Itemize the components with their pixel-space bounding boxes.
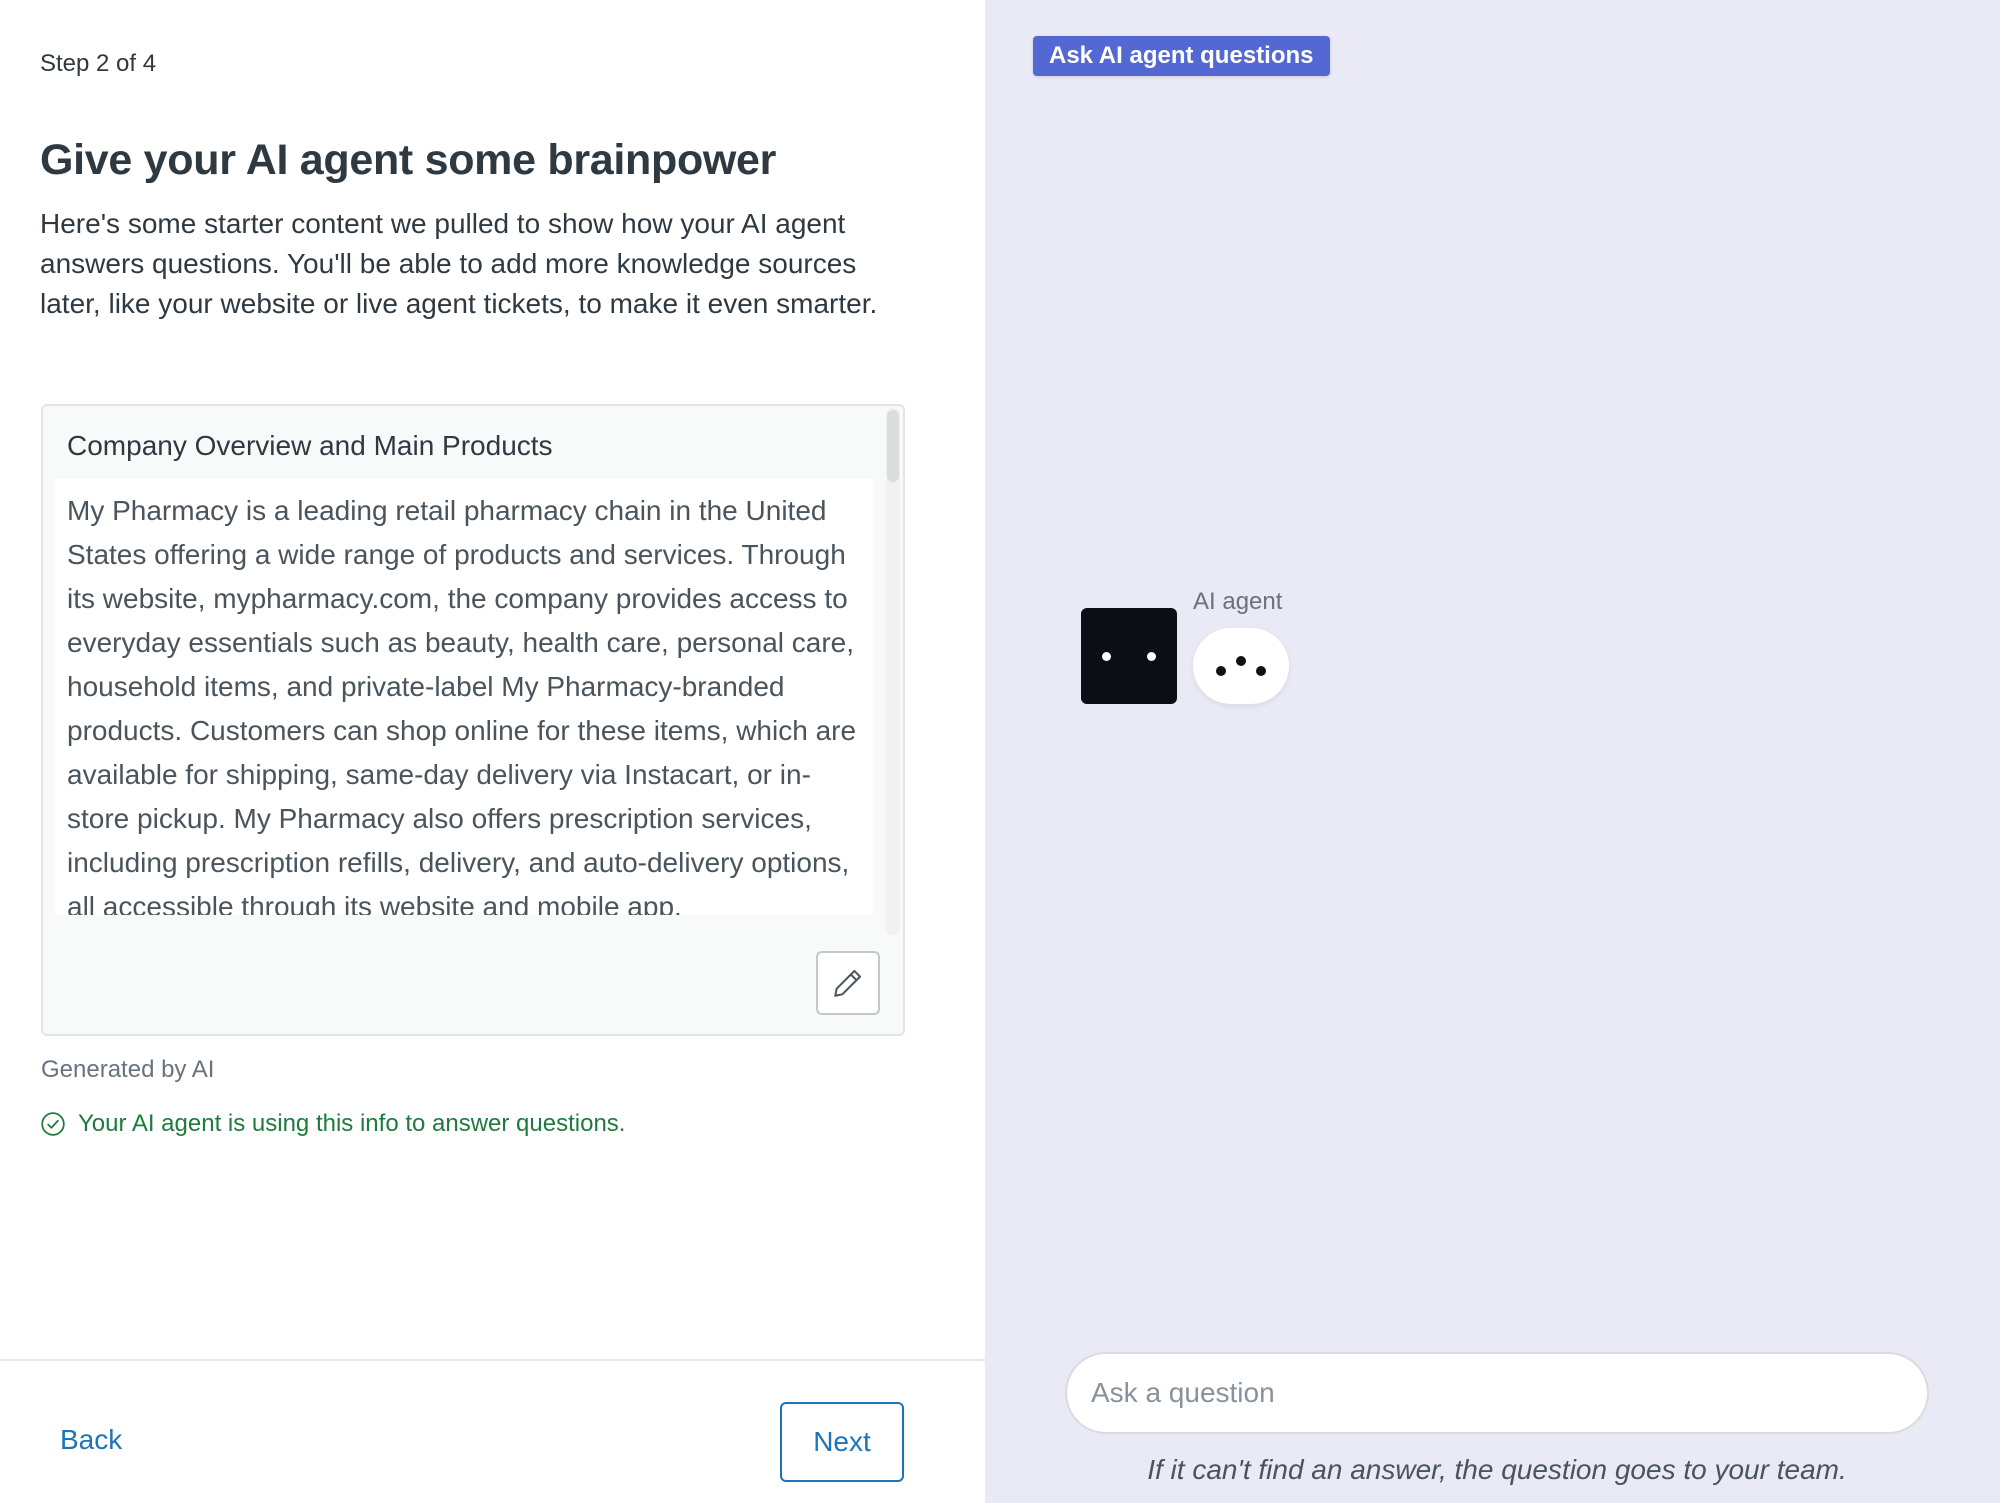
scrollbar-thumb[interactable] <box>887 410 899 482</box>
footer-divider <box>0 1359 985 1361</box>
back-button[interactable]: Back <box>60 1424 122 1456</box>
bot-avatar <box>1081 608 1177 704</box>
bot-eye-left <box>1102 652 1111 661</box>
pencil-icon <box>834 969 862 997</box>
agent-name: AI agent <box>1193 588 1283 615</box>
check-circle-icon <box>41 1112 65 1136</box>
next-button[interactable]: Next <box>780 1402 904 1482</box>
page-title: Give your AI agent some brainpower <box>40 136 777 184</box>
status-message: Your AI agent is using this info to answ… <box>40 1110 625 1138</box>
step-indicator: Step 2 of 4 <box>40 50 157 77</box>
typing-dot <box>1236 656 1246 666</box>
knowledge-card: Company Overview and Main Products My Ph… <box>41 404 905 1036</box>
edit-button[interactable] <box>816 951 880 1015</box>
escalation-hint: If it can't find an answer, the question… <box>1147 1454 1847 1485</box>
typing-indicator <box>1193 628 1289 704</box>
status-text: Your AI agent is using this info to answ… <box>78 1110 626 1137</box>
ask-question-input[interactable] <box>1065 1352 1929 1434</box>
preview-panel: Ask AI agent questions AI agent If it ca… <box>985 0 2000 1503</box>
setup-panel: Step 2 of 4 Give your AI agent some brai… <box>0 0 985 1503</box>
bot-eye-right <box>1147 652 1156 661</box>
generated-by-ai-label: Generated by AI <box>41 1056 215 1083</box>
ask-agent-badge: Ask AI agent questions <box>1033 36 1330 76</box>
knowledge-card-body[interactable]: My Pharmacy is a leading retail pharmacy… <box>55 479 873 915</box>
knowledge-card-title: Company Overview and Main Products <box>67 430 553 461</box>
typing-dot <box>1256 666 1266 676</box>
typing-dot <box>1216 666 1226 676</box>
intro-text: Here's some starter content we pulled to… <box>40 208 878 319</box>
scrollbar-track[interactable] <box>886 408 900 935</box>
